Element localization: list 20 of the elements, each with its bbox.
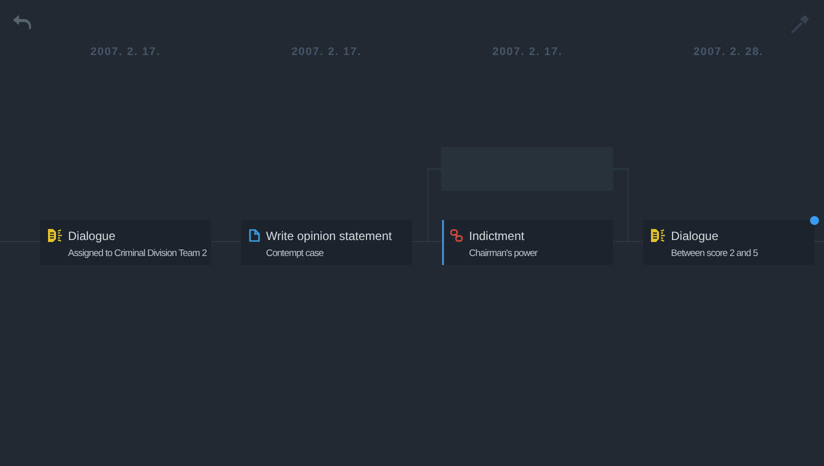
back-arrow-icon — [12, 14, 31, 30]
hammer-icon — [790, 14, 810, 34]
card-title: Indictment — [469, 228, 526, 244]
dialogue-icon — [651, 228, 665, 242]
card-subtitle: Between score 2 and 5 — [671, 246, 758, 260]
timeline-card[interactable]: Dialogue Assigned to Criminal Division Team 2 — [40, 220, 211, 264]
back-button[interactable] — [12, 14, 31, 30]
tools-button[interactable] — [790, 14, 810, 34]
timeline-card[interactable]: Indictment Chairman's power — [442, 220, 613, 264]
card-subtitle: Assigned to Criminal Division Team 2 — [68, 246, 207, 260]
card-subtitle: Contempt case — [266, 246, 324, 260]
document-icon — [249, 228, 260, 242]
card-title: Dialogue — [68, 228, 116, 244]
card-title: Dialogue — [671, 228, 720, 244]
dialogue-icon — [48, 228, 62, 242]
timeline-card[interactable]: Write opinion statement Contempt case — [241, 220, 412, 264]
chain-link-icon — [450, 228, 463, 242]
timeline-card[interactable]: Dialogue Between score 2 and 5 — [643, 220, 814, 264]
card-title: Write opinion statement — [266, 228, 392, 244]
card-subtitle: Chairman's power — [469, 246, 538, 260]
